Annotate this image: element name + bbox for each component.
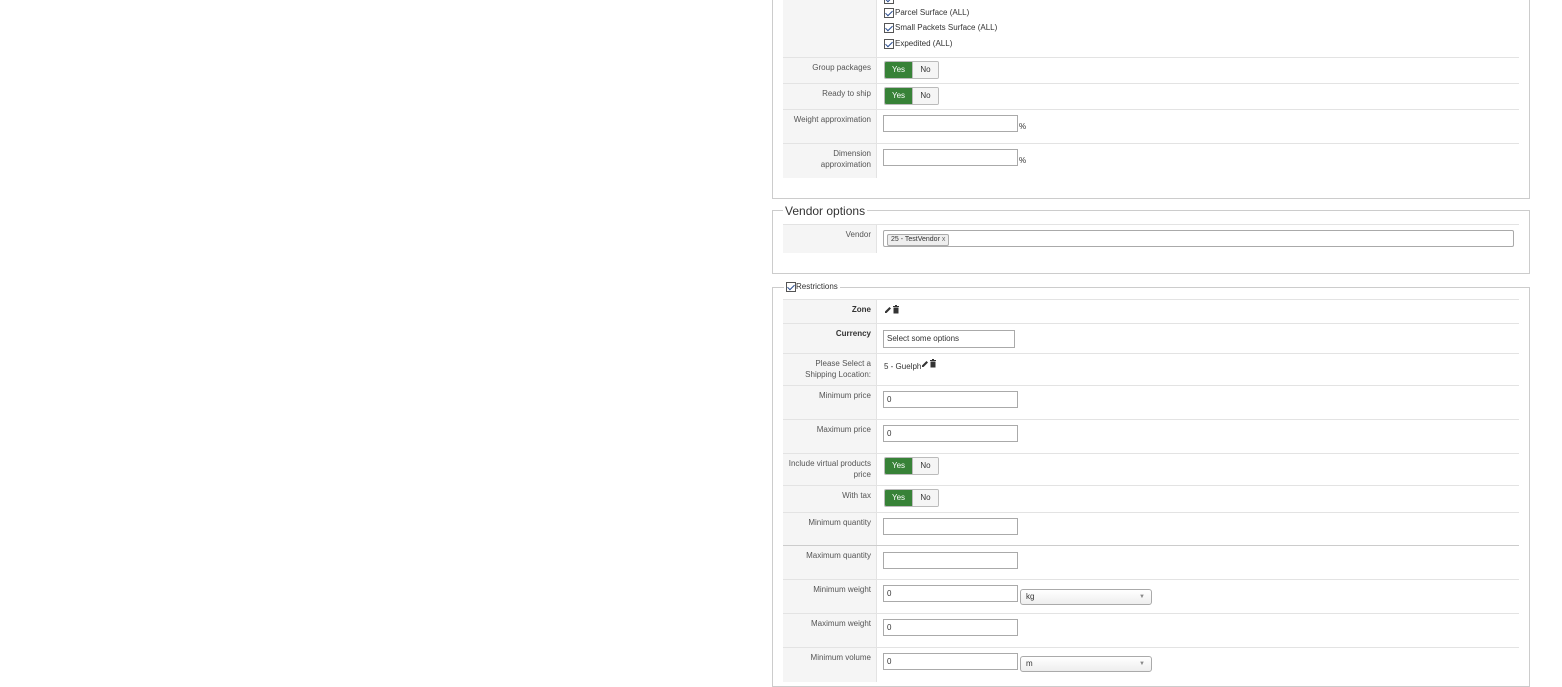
maximum-price-label: Maximum price <box>783 420 877 454</box>
yes-option[interactable]: Yes <box>885 458 912 474</box>
remove-tag-icon[interactable]: x <box>942 236 946 243</box>
yes-option[interactable]: Yes <box>885 62 912 78</box>
carrier-label: Parcel Surface (ALL) <box>895 8 970 18</box>
currency-label: Currency <box>783 324 877 354</box>
restrictions-checkbox[interactable] <box>786 281 796 292</box>
carrier-label: Expedited (ALL) <box>895 39 953 49</box>
minimum-weight-label: Minimum weight <box>783 580 877 614</box>
no-option[interactable]: No <box>912 458 938 474</box>
delete-zone-icon[interactable] <box>892 305 900 314</box>
minimum-quantity-label: Minimum quantity <box>783 513 877 546</box>
minimum-price-label: Minimum price <box>783 386 877 420</box>
carrier-checkbox-row[interactable]: Parcel Surface (ALL) <box>884 8 969 18</box>
checkbox-icon[interactable] <box>884 0 894 4</box>
no-option[interactable]: No <box>912 62 938 78</box>
include-virtual-label: Include virtual products price <box>783 454 877 486</box>
vendor-options-legend: Vendor options <box>783 204 868 218</box>
maximum-price-input[interactable]: 0 <box>883 425 1018 442</box>
no-option[interactable]: No <box>912 88 938 104</box>
minimum-price-input[interactable]: 0 <box>883 391 1018 408</box>
yes-option[interactable]: Yes <box>885 490 912 506</box>
group-packages-label: Group packages <box>783 58 877 84</box>
maximum-weight-input[interactable]: 0 <box>883 619 1018 636</box>
restrictions-title: Restrictions <box>796 282 838 291</box>
chevron-down-icon: ▼ <box>1139 661 1145 667</box>
ready-to-ship-label: Ready to ship <box>783 84 877 110</box>
edit-zone-icon[interactable] <box>884 305 892 314</box>
chevron-down-icon: ▼ <box>1139 594 1145 600</box>
shipping-label-column <box>783 0 877 57</box>
no-option[interactable]: No <box>912 490 938 506</box>
percent-sign: % <box>1019 156 1027 165</box>
include-virtual-toggle[interactable]: Yes No <box>884 457 939 475</box>
volume-unit-select[interactable]: m ▼ <box>1020 656 1152 672</box>
carrier-checkbox-row[interactable]: Expedited (ALL) <box>884 39 952 49</box>
with-tax-label: With tax <box>783 486 877 513</box>
currency-select[interactable]: Select some options <box>883 330 1015 348</box>
minimum-volume-input[interactable]: 0 <box>883 653 1018 670</box>
carrier-label: Small Packets Surface (ALL) <box>895 23 998 33</box>
carrier-checkbox-row[interactable]: Small Packets Surface (ALL) <box>884 23 997 33</box>
shipping-location-label: Please Select a Shipping Location: <box>783 354 877 386</box>
maximum-quantity-label: Maximum quantity <box>783 546 877 580</box>
carrier-checkbox-partial[interactable] <box>884 0 895 4</box>
weight-unit-value: kg <box>1026 592 1035 601</box>
edit-location-icon[interactable] <box>921 359 929 368</box>
minimum-weight-input[interactable]: 0 <box>883 585 1018 602</box>
zone-label: Zone <box>783 300 877 324</box>
shipping-location-value: 5 - Guelph <box>884 362 922 371</box>
checkbox-icon[interactable] <box>884 39 894 49</box>
with-tax-toggle[interactable]: Yes No <box>884 489 939 507</box>
dimension-approximation-label: Dimension approximation <box>783 144 877 178</box>
dimension-approximation-input[interactable] <box>883 149 1018 166</box>
vendor-label: Vendor <box>783 225 877 253</box>
minimum-quantity-input[interactable] <box>883 518 1018 535</box>
weight-approximation-label: Weight approximation <box>783 110 877 144</box>
ready-to-ship-toggle[interactable]: Yes No <box>884 87 939 105</box>
weight-approximation-input[interactable] <box>883 115 1018 132</box>
yes-option[interactable]: Yes <box>885 88 912 104</box>
vendor-tag-label: 25 - TestVendor <box>891 236 940 243</box>
vendor-tag: 25 - TestVendor x <box>887 234 950 246</box>
percent-sign: % <box>1019 122 1027 131</box>
group-packages-toggle[interactable]: Yes No <box>884 61 939 79</box>
minimum-volume-label: Minimum volume <box>783 648 877 682</box>
checkbox-icon[interactable] <box>884 8 894 18</box>
vendor-multiselect[interactable]: 25 - TestVendor x <box>883 230 1514 247</box>
weight-unit-select[interactable]: kg ▼ <box>1020 589 1152 605</box>
restrictions-legend: Restrictions <box>784 281 840 293</box>
maximum-weight-label: Maximum weight <box>783 614 877 648</box>
maximum-quantity-input[interactable] <box>883 552 1018 569</box>
delete-location-icon[interactable] <box>929 359 937 368</box>
volume-unit-value: m <box>1026 659 1033 668</box>
checkbox-icon[interactable] <box>884 23 894 33</box>
